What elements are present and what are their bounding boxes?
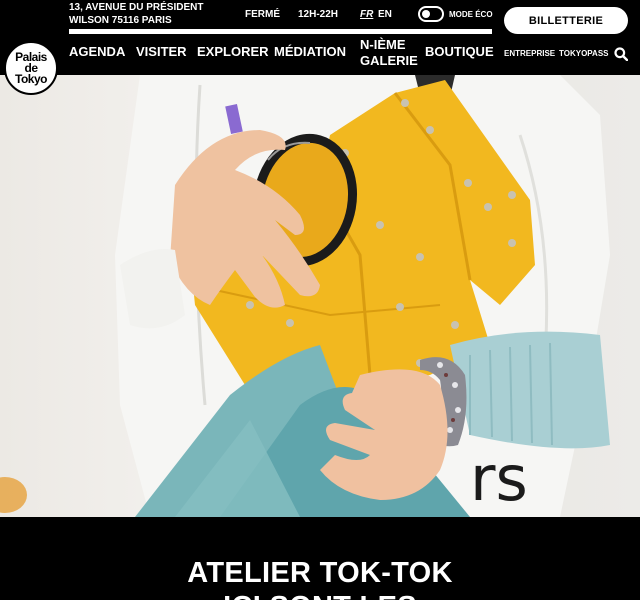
nav-item-tokyopass[interactable]: TOKYOPASS: [559, 49, 609, 58]
hero-overlay-letters: rs: [470, 442, 528, 515]
language-en[interactable]: EN: [378, 9, 392, 20]
hero-image[interactable]: rs: [0, 75, 640, 517]
hero-illustration: rs: [0, 75, 610, 517]
venue-address[interactable]: 13, avenue du président Wilson 75116 Par…: [69, 1, 219, 27]
ticketing-button[interactable]: BILLETTERIE: [504, 7, 628, 34]
site-header: 13, avenue du président Wilson 75116 Par…: [0, 0, 640, 75]
language-fr[interactable]: FR: [360, 9, 373, 20]
nav-item-n-ieme-line1: N-IÈME: [360, 37, 406, 52]
opening-hours: 12H-22H: [298, 9, 339, 20]
opening-status: FERMÉ: [245, 9, 280, 20]
event-subtitle: ICI SONT LES: [0, 591, 640, 600]
address-line-1: 13, avenue du président: [69, 2, 204, 13]
header-divider: [69, 29, 492, 34]
palais-de-tokyo-logo[interactable]: Palais de Tokyo: [4, 41, 58, 95]
event-title: ATELIER TOK-TOK: [187, 557, 453, 589]
toggle-knob: [422, 10, 430, 18]
nav-item-mediation[interactable]: MÉDIATION: [274, 44, 346, 59]
nav-item-boutique[interactable]: BOUTIQUE: [425, 44, 494, 59]
nav-item-n-ieme-line2: GALERIE: [360, 53, 418, 68]
logo-word-3: Tokyo: [15, 71, 47, 86]
eco-mode-label: MODE ÉCO: [449, 9, 493, 19]
eco-mode-toggle[interactable]: MODE ÉCO: [418, 6, 493, 22]
nav-item-explorer[interactable]: EXPLORER: [197, 44, 269, 59]
nav-item-agenda[interactable]: AGENDA: [69, 44, 125, 59]
nav-item-entreprise[interactable]: ENTREPRISE: [504, 49, 555, 58]
nav-item-n-ieme-galerie[interactable]: N-IÈME GALERIE: [360, 37, 420, 69]
address-line-2: Wilson 75116 Paris: [69, 15, 172, 26]
nav-item-visiter[interactable]: VISITER: [136, 44, 187, 59]
event-section: ATELIER TOK-TOK ICI SONT LES: [0, 517, 640, 600]
search-icon[interactable]: [614, 47, 628, 61]
toggle-switch[interactable]: [418, 6, 444, 22]
